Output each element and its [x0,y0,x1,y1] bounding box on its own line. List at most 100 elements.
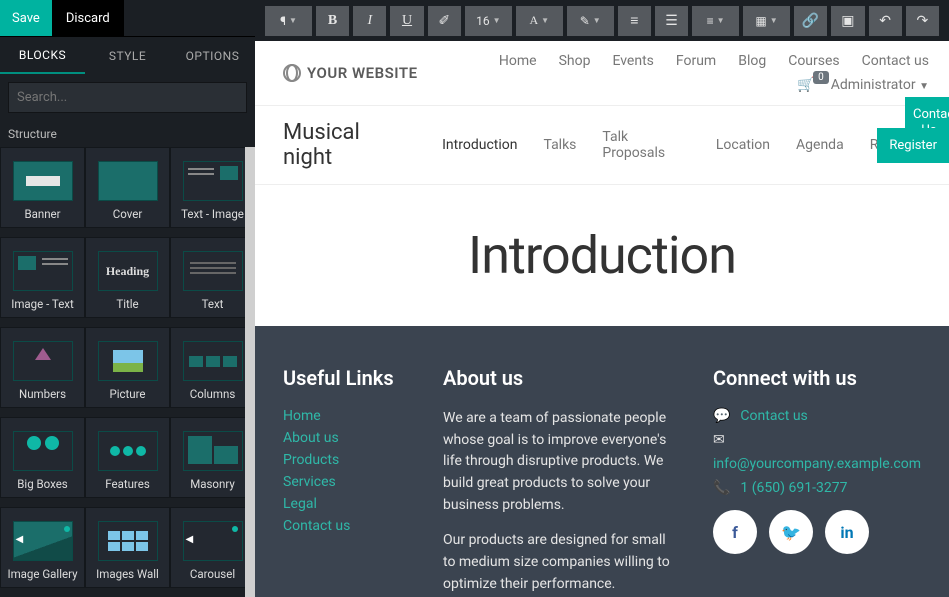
event-title: Musical night [283,120,408,170]
site-footer: Useful Links Home About us Products Serv… [255,326,949,597]
social-linkedin[interactable]: in [825,510,869,554]
redo-button[interactable]: ↷ [906,6,939,36]
globe-icon [283,64,301,82]
footer-link-legal[interactable]: Legal [283,496,403,512]
footer-link-about[interactable]: About us [283,430,403,446]
block-label: Text - Image [181,207,244,221]
block-label: Title [116,297,138,311]
block-label: Big Boxes [17,477,68,491]
editor-sidebar: Save Discard BLOCKS STYLE OPTIONS Struct… [0,0,255,597]
bold-button[interactable]: B [316,6,349,36]
facebook-icon: f [732,523,738,542]
social-twitter[interactable]: 🐦 [769,510,813,554]
unordered-list-button[interactable]: ☰ [655,6,688,36]
tab-blocks[interactable]: BLOCKS [0,37,85,74]
subnav-introduction[interactable]: Introduction [442,137,517,153]
hero-section[interactable]: Introduction [255,185,949,326]
block-label: Columns [190,387,236,401]
block-numbers[interactable]: Numbers [0,327,85,408]
ordered-list-button[interactable]: ≡ [618,6,651,36]
undo-button[interactable]: ↶ [869,6,902,36]
nav-blog[interactable]: Blog [738,53,766,69]
italic-button[interactable]: I [353,6,386,36]
ol-icon: ≡ [630,12,638,29]
block-masonry[interactable]: Masonry [170,417,255,498]
nav-contact[interactable]: Contact us [862,53,929,69]
canvas-area[interactable]: YOUR WEBSITE Home Shop Events Forum Blog… [255,41,949,597]
align-icon: ≡ [707,14,714,28]
table-dropdown[interactable]: ▦▼ [743,6,790,36]
subnav-talks[interactable]: Talks [543,137,576,153]
block-label: Text [202,297,224,311]
footer-useful-links-heading: Useful Links [283,366,403,390]
block-carousel[interactable]: Carousel [170,507,255,588]
tab-options[interactable]: OPTIONS [170,37,255,74]
block-text[interactable]: Text [170,237,255,318]
sidebar-scrollbar[interactable] [245,147,255,597]
undo-icon: ↶ [879,13,891,29]
subnav-agenda[interactable]: Agenda [796,137,844,153]
nav-courses[interactable]: Courses [788,53,839,69]
block-label: Image Gallery [7,567,77,581]
discard-button[interactable]: Discard [52,0,124,36]
block-cover[interactable]: Cover [85,147,170,228]
redo-icon: ↷ [916,13,928,29]
text-color-dropdown[interactable]: A▼ [516,6,563,36]
nav-forum[interactable]: Forum [676,53,716,69]
site-logo[interactable]: YOUR WEBSITE [283,64,418,82]
tab-style[interactable]: STYLE [85,37,170,74]
footer-link-products[interactable]: Products [283,452,403,468]
underline-button[interactable]: U [390,6,423,36]
fontsize-value: 16 [476,14,490,28]
ul-icon: ☰ [665,13,678,29]
social-facebook[interactable]: f [713,510,757,554]
nav-events[interactable]: Events [612,53,653,69]
footer-link-contact[interactable]: Contact us [283,518,403,534]
search-input[interactable] [8,82,247,113]
image-button[interactable]: ▣ [831,6,864,36]
block-image-text[interactable]: Image - Text [0,237,85,318]
block-picture[interactable]: Picture [85,327,170,408]
highlight-dropdown[interactable]: ✎▼ [567,6,614,36]
footer-email[interactable]: info@yourcompany.example.com [713,456,921,472]
paragraph-style-dropdown[interactable]: ¶▼ [265,6,312,36]
cart-button[interactable]: 🛒 0 [797,77,814,93]
linkedin-icon: in [840,523,853,542]
block-text-image[interactable]: Text - Image [170,147,255,228]
cart-count-badge: 0 [813,71,829,84]
footer-link-services[interactable]: Services [283,474,403,490]
footer-phone[interactable]: 1 (650) 691-3277 [740,480,847,496]
remove-format-button[interactable]: ✐ [428,6,461,36]
subnav-location[interactable]: Location [716,137,770,153]
site-header: YOUR WEBSITE Home Shop Events Forum Blog… [255,41,949,106]
footer-contact-link[interactable]: Contact us [740,408,807,424]
fontsize-dropdown[interactable]: 16▼ [465,6,512,36]
align-dropdown[interactable]: ≡▼ [692,6,739,36]
nav-home[interactable]: Home [499,53,537,69]
cart-icon: 🛒 [797,77,814,93]
image-icon: ▣ [841,13,854,29]
block-features[interactable]: Features [85,417,170,498]
nav-shop[interactable]: Shop [559,53,591,69]
block-columns[interactable]: Columns [170,327,255,408]
logo-text: YOUR WEBSITE [307,64,418,82]
register-button[interactable]: Register [877,128,949,163]
block-banner[interactable]: Banner [0,147,85,228]
link-button[interactable]: 🔗 [794,6,827,36]
block-images-wall[interactable]: Images Wall [85,507,170,588]
highlight-icon: ✎ [580,14,590,28]
block-title[interactable]: HeadingTitle [85,237,170,318]
mail-icon: ✉ [713,432,725,448]
block-label: Masonry [190,477,235,491]
subnav-talk-proposals[interactable]: Talk Proposals [602,129,689,161]
section-structure-title: Structure [0,121,255,147]
block-label: Features [105,477,150,491]
save-button[interactable]: Save [0,0,52,36]
block-image-gallery[interactable]: Image Gallery [0,507,85,588]
block-big-boxes[interactable]: Big Boxes [0,417,85,498]
footer-link-home[interactable]: Home [283,408,403,424]
block-label: Banner [24,207,60,221]
user-menu[interactable]: Administrator ▼ [831,77,929,93]
paragraph-icon: ¶ [280,14,286,28]
block-label: Cover [113,207,142,221]
